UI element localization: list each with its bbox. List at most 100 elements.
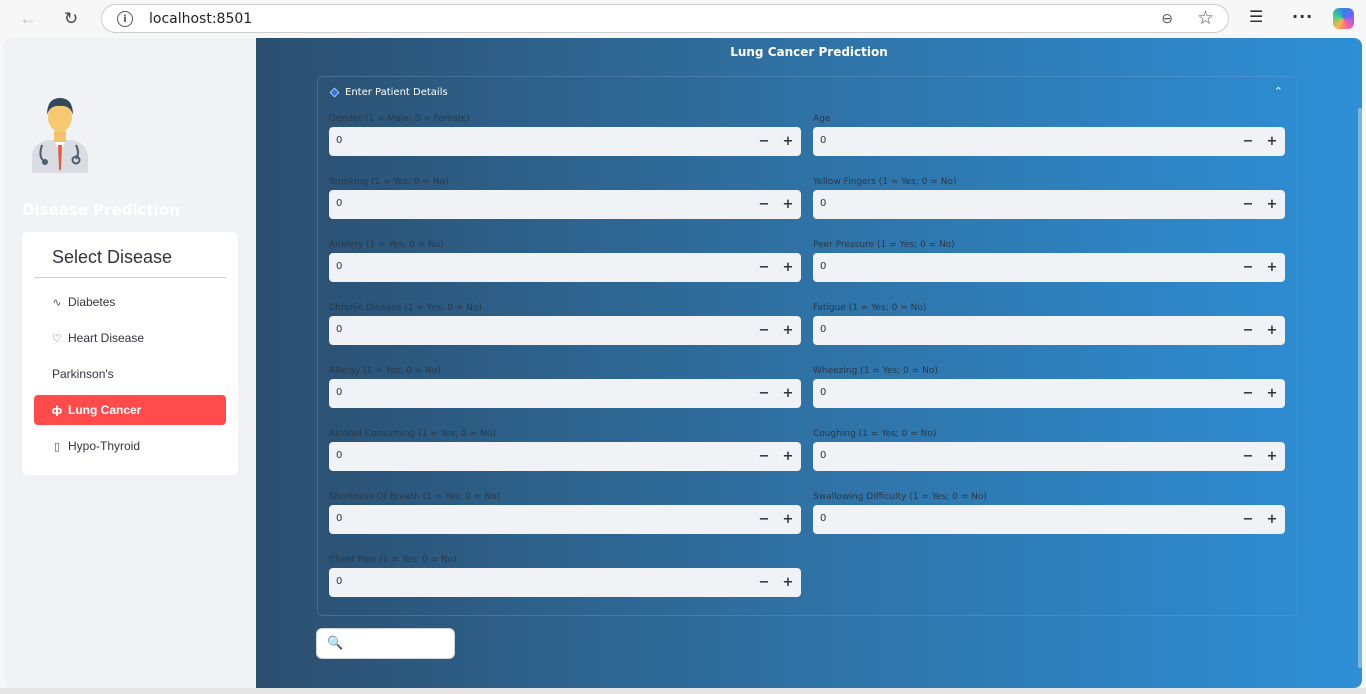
decrement-button[interactable]: − (1236, 379, 1260, 408)
favorite-star-icon[interactable]: ☆ (1197, 7, 1214, 30)
sidebar-item-hypo-thyroid[interactable]: ▯ Hypo-Thyroid (34, 431, 226, 461)
number-input[interactable]: 0 − + (813, 442, 1285, 471)
decrement-button[interactable]: − (1236, 253, 1260, 282)
expander-label: Enter Patient Details (345, 87, 448, 98)
decrement-button[interactable]: − (1236, 190, 1260, 219)
input-value[interactable]: 0 (820, 513, 826, 524)
field-label: Age (813, 114, 831, 124)
increment-button[interactable]: + (776, 379, 800, 408)
decrement-button[interactable]: − (752, 253, 776, 282)
sidebar-item-heart-disease[interactable]: ♡ Heart Disease (34, 323, 226, 353)
increment-button[interactable]: + (776, 505, 800, 534)
number-input[interactable]: 0 − + (813, 190, 1285, 219)
field-label: Alcohol Consuming (1 = Yes; 0 = No) (329, 429, 496, 439)
decrement-button[interactable]: − (752, 127, 776, 156)
input-value[interactable]: 0 (820, 324, 826, 335)
increment-button[interactable]: + (776, 316, 800, 345)
decrement-button[interactable]: − (1236, 505, 1260, 534)
diamond-icon (329, 87, 340, 98)
disease-menu: Select Disease ∿ Diabetes ♡ Heart Diseas… (22, 232, 238, 475)
number-input[interactable]: 0 − + (329, 127, 801, 156)
decrement-button[interactable]: − (1236, 127, 1260, 156)
number-input[interactable]: 0 − + (329, 379, 801, 408)
number-input[interactable]: 0 − + (329, 442, 801, 471)
sidebar-item-parkinsons[interactable]: Parkinson's (34, 359, 226, 389)
increment-button[interactable]: + (776, 127, 800, 156)
decrement-button[interactable]: − (752, 505, 776, 534)
heart-icon: ♡ (52, 331, 62, 345)
input-value[interactable]: 0 (336, 324, 342, 335)
decrement-button[interactable]: − (752, 379, 776, 408)
input-value[interactable]: 0 (820, 261, 826, 272)
field-label: Yellow Fingers (1 = Yes; 0 = No) (813, 177, 957, 187)
info-icon[interactable]: i (117, 11, 133, 27)
zoom-out-icon[interactable]: ⊖ (1161, 10, 1173, 27)
number-input[interactable]: 0 − + (329, 568, 801, 597)
decrement-button[interactable]: − (752, 316, 776, 345)
menu-divider (34, 277, 226, 278)
input-value[interactable]: 0 (336, 198, 342, 209)
input-value[interactable]: 0 (336, 513, 342, 524)
number-input[interactable]: 0 − + (813, 316, 1285, 345)
field-label: Swallowing Difficulty (1 = Yes; 0 = No) (813, 492, 987, 502)
favorites-list-icon[interactable]: ☰ (1249, 7, 1263, 26)
field-label: Shortness Of Breath (1 = Yes; 0 = No) (329, 492, 501, 502)
number-input[interactable]: 0 − + (813, 127, 1285, 156)
more-options-icon[interactable]: ··· (1292, 7, 1313, 26)
number-input[interactable]: 0 − + (329, 505, 801, 534)
scrollbar[interactable] (1358, 108, 1362, 668)
field-label: Anxiety (1 = Yes; 0 = No) (329, 240, 444, 250)
sidebar: Disease Prediction Select Disease ∿ Diab… (4, 38, 256, 688)
increment-button[interactable]: + (776, 253, 800, 282)
input-value[interactable]: 0 (820, 135, 826, 146)
increment-button[interactable]: + (776, 568, 800, 597)
chevron-up-icon[interactable]: ⌃ (1274, 85, 1283, 98)
field-label: Smoking (1 = Yes; 0 = No) (329, 177, 449, 187)
expander-header[interactable]: Enter Patient Details (329, 87, 448, 98)
number-input[interactable]: 0 − + (813, 505, 1285, 534)
copilot-icon[interactable] (1333, 8, 1354, 29)
increment-button[interactable]: + (1260, 316, 1284, 345)
input-value[interactable]: 0 (336, 387, 342, 398)
predict-button[interactable]: 🔍 (316, 628, 455, 659)
decrement-button[interactable]: − (752, 442, 776, 471)
decrement-button[interactable]: − (1236, 316, 1260, 345)
sidebar-item-label: Diabetes (68, 295, 116, 309)
number-input[interactable]: 0 − + (329, 190, 801, 219)
number-input[interactable]: 0 − + (813, 379, 1285, 408)
activity-icon: ∿ (52, 295, 62, 309)
number-input[interactable]: 0 − + (329, 316, 801, 345)
sidebar-item-lung-cancer[interactable]: ф Lung Cancer (34, 395, 226, 425)
field-label: Peer Pressure (1 = Yes; 0 = No) (813, 240, 955, 250)
streamlit-app: Disease Prediction Select Disease ∿ Diab… (4, 38, 1362, 688)
back-arrow-icon[interactable]: ← (15, 6, 41, 32)
refresh-icon[interactable]: ↻ (58, 6, 84, 32)
number-input[interactable]: 0 − + (813, 253, 1285, 282)
increment-button[interactable]: + (1260, 127, 1284, 156)
decrement-button[interactable]: − (752, 568, 776, 597)
input-value[interactable]: 0 (336, 576, 342, 587)
input-value[interactable]: 0 (820, 387, 826, 398)
increment-button[interactable]: + (1260, 505, 1284, 534)
increment-button[interactable]: + (1260, 253, 1284, 282)
increment-button[interactable]: + (1260, 379, 1284, 408)
increment-button[interactable]: + (1260, 190, 1284, 219)
field-label: Gender (1 = Male; 0 = Female) (329, 114, 470, 124)
sidebar-item-diabetes[interactable]: ∿ Diabetes (34, 287, 226, 317)
field-label: Wheezing (1 = Yes; 0 = No) (813, 366, 938, 376)
address-bar[interactable]: i localhost:8501 ⊖ ☆ (101, 4, 1229, 33)
input-value[interactable]: 0 (820, 450, 826, 461)
input-value[interactable]: 0 (820, 198, 826, 209)
number-input[interactable]: 0 − + (329, 253, 801, 282)
input-value[interactable]: 0 (336, 450, 342, 461)
decrement-button[interactable]: − (1236, 442, 1260, 471)
window-bottom-edge (0, 688, 1366, 694)
increment-button[interactable]: + (776, 442, 800, 471)
input-value[interactable]: 0 (336, 261, 342, 272)
lungs-icon: ф (51, 403, 63, 417)
increment-button[interactable]: + (776, 190, 800, 219)
increment-button[interactable]: + (1260, 442, 1284, 471)
decrement-button[interactable]: − (752, 190, 776, 219)
url-text[interactable]: localhost:8501 (149, 11, 252, 27)
input-value[interactable]: 0 (336, 135, 342, 146)
